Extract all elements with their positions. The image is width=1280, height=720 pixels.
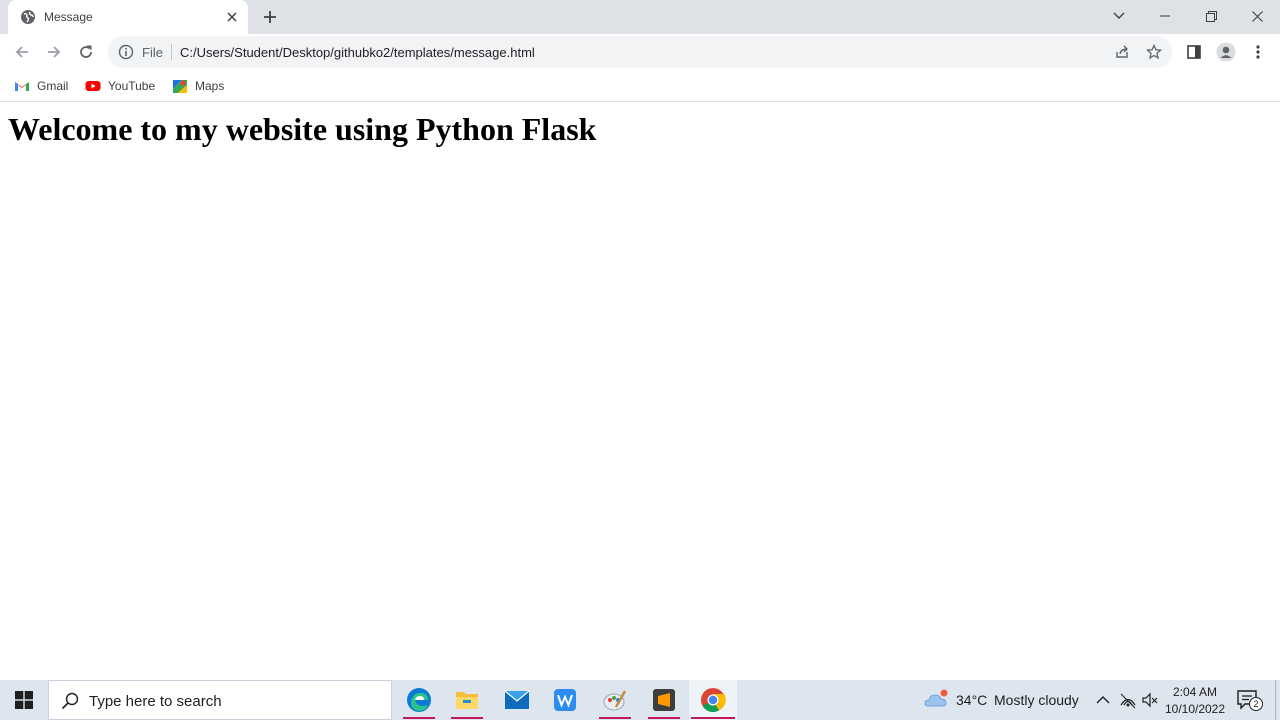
avatar-icon xyxy=(1216,42,1236,62)
tab-title: Message xyxy=(44,10,93,24)
taskbar-app-sublime-text[interactable] xyxy=(640,680,688,720)
address-divider xyxy=(171,44,172,60)
sublime-text-icon xyxy=(653,689,675,711)
side-panel-icon xyxy=(1187,45,1201,59)
menu-button[interactable] xyxy=(1244,38,1272,66)
running-indicator xyxy=(599,717,631,719)
edge-icon xyxy=(407,688,431,712)
bookmark-maps[interactable]: Maps xyxy=(172,76,224,96)
page-viewport: Welcome to my website using Python Flask xyxy=(0,103,1280,680)
back-arrow-icon xyxy=(15,46,28,58)
gmail-icon xyxy=(14,78,30,94)
tab-search-button[interactable] xyxy=(1096,0,1142,32)
weather-condition[interactable]: Mostly cloudy xyxy=(994,692,1079,708)
close-tab-icon[interactable] xyxy=(224,9,240,25)
taskbar-app-file-explorer[interactable] xyxy=(443,680,491,720)
bookmark-label: Gmail xyxy=(37,79,69,93)
info-icon[interactable] xyxy=(118,44,134,60)
reload-button[interactable] xyxy=(72,38,100,66)
back-button[interactable] xyxy=(8,38,36,66)
windows-logo-icon xyxy=(15,691,33,709)
taskbar-app-chrome[interactable] xyxy=(689,680,737,720)
running-indicator xyxy=(691,717,735,719)
mail-icon xyxy=(504,690,530,709)
bookmark-youtube[interactable]: YouTube xyxy=(85,76,155,96)
taskbar-app-wps-office[interactable] xyxy=(541,680,589,720)
bookmark-star-icon[interactable] xyxy=(1145,43,1163,60)
taskbar-app-mail[interactable] xyxy=(493,680,541,720)
plus-icon xyxy=(264,11,276,23)
show-desktop-button[interactable] xyxy=(1275,680,1276,720)
taskbar-app-paint[interactable] xyxy=(591,680,639,720)
running-indicator xyxy=(451,717,483,719)
browser-toolbar: File C:/Users/Student/Desktop/githubko2/… xyxy=(0,34,1280,70)
forward-button[interactable] xyxy=(40,38,68,66)
weather-temperature[interactable]: 34°C xyxy=(956,692,987,708)
weather-cloud-icon[interactable] xyxy=(924,688,950,710)
tab-strip: Message xyxy=(0,0,1280,34)
profile-button[interactable] xyxy=(1212,38,1240,66)
running-indicator xyxy=(403,717,435,719)
wps-office-icon xyxy=(554,689,576,711)
close-window-button[interactable] xyxy=(1234,0,1280,32)
bookmark-label: Maps xyxy=(195,79,225,93)
chrome-icon xyxy=(701,688,726,713)
close-icon xyxy=(1251,10,1263,22)
network-icon[interactable] xyxy=(1119,691,1137,709)
search-icon xyxy=(61,692,79,710)
address-bar[interactable]: File C:/Users/Student/Desktop/githubko2/… xyxy=(108,36,1172,68)
clock-date: 10/10/2022 xyxy=(1164,702,1226,716)
taskbar-search[interactable]: Type here to search xyxy=(48,680,392,720)
restore-button[interactable] xyxy=(1188,0,1234,32)
start-button[interactable] xyxy=(0,680,48,720)
page-heading: Welcome to my website using Python Flask xyxy=(8,111,597,147)
bookmarks-bar: Gmail YouTube Maps xyxy=(0,70,1280,102)
globe-icon xyxy=(20,9,36,25)
search-placeholder: Type here to search xyxy=(89,693,222,710)
browser-tab[interactable]: Message xyxy=(8,0,248,34)
paint-icon xyxy=(603,690,627,711)
kebab-menu-icon xyxy=(1256,45,1260,59)
share-icon[interactable] xyxy=(1114,44,1130,60)
side-panel-button[interactable] xyxy=(1180,38,1208,66)
youtube-icon xyxy=(85,78,101,94)
new-tab-button[interactable] xyxy=(258,5,282,29)
reload-icon xyxy=(80,45,92,58)
url-text[interactable]: C:/Users/Student/Desktop/githubko2/templ… xyxy=(180,45,535,60)
taskbar-app-edge[interactable] xyxy=(395,680,443,720)
maps-icon xyxy=(172,78,188,94)
minimize-button[interactable] xyxy=(1142,0,1188,32)
notification-count-badge: 2 xyxy=(1249,697,1263,711)
scheme-label: File xyxy=(142,45,163,60)
running-indicator xyxy=(648,717,680,719)
chevron-up-icon[interactable] xyxy=(1094,691,1112,709)
minimize-icon xyxy=(1160,15,1170,17)
chevron-down-icon xyxy=(1113,12,1125,19)
windows-taskbar: Type here to search 34°C Mostly cloudy 2… xyxy=(0,680,1280,720)
volume-muted-icon[interactable] xyxy=(1141,691,1159,709)
bookmark-label: YouTube xyxy=(108,79,156,93)
restore-icon xyxy=(1205,10,1217,22)
clock-time: 2:04 AM xyxy=(1172,685,1218,699)
forward-arrow-icon xyxy=(48,46,61,58)
file-explorer-icon xyxy=(456,692,478,709)
bookmark-gmail[interactable]: Gmail xyxy=(14,76,68,96)
taskbar-clock[interactable]: 2:04 AM 10/10/2022 xyxy=(1160,684,1230,718)
